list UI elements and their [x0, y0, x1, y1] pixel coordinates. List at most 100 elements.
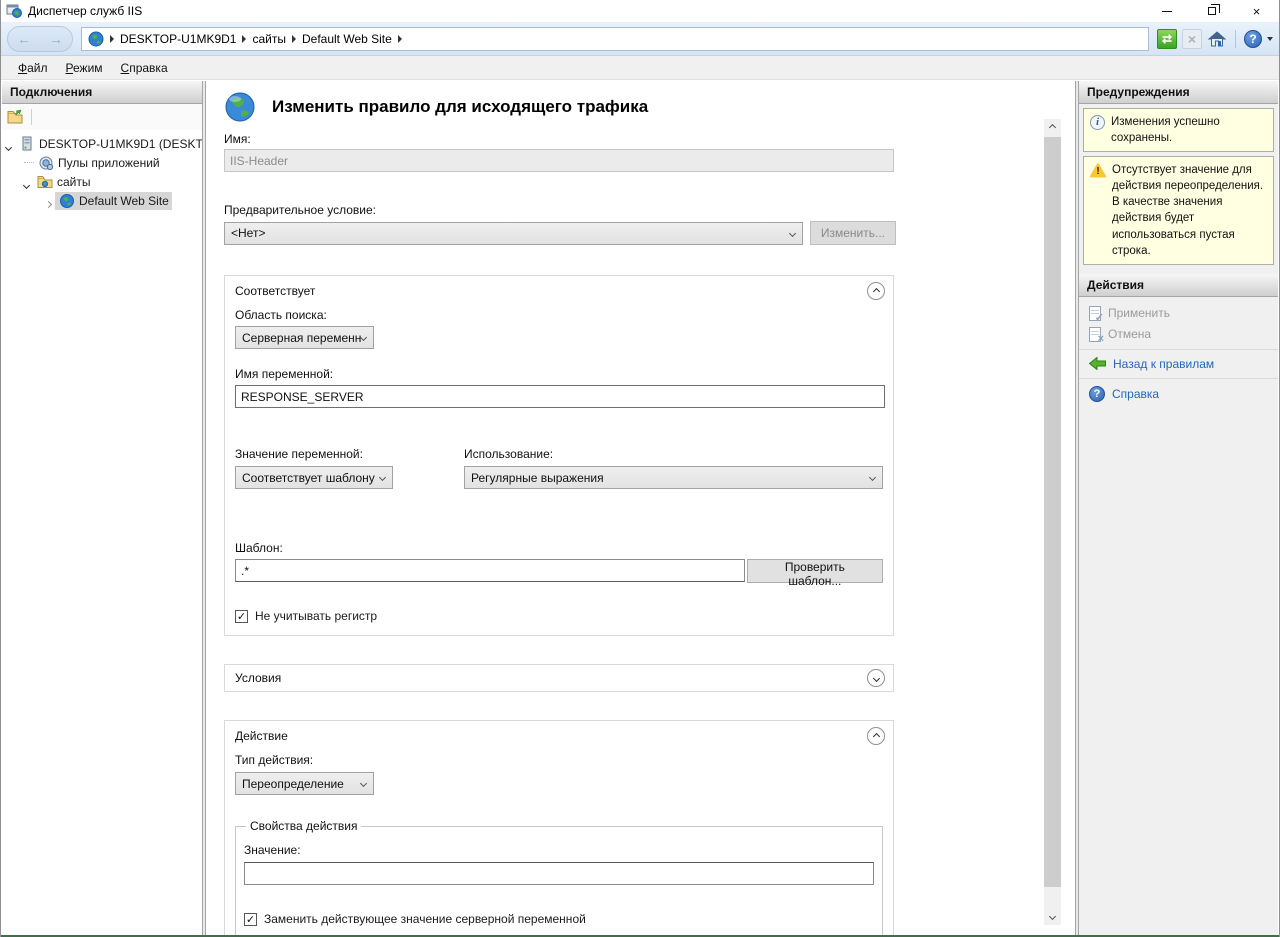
alert-info-text: Изменения успешно сохранены. — [1111, 114, 1267, 146]
replace-checkbox[interactable]: ✓ — [244, 913, 257, 926]
vertical-scrollbar[interactable] — [1044, 119, 1061, 925]
restore-button[interactable] — [1189, 0, 1234, 22]
replace-label: Заменить действующее значение серверной … — [264, 912, 586, 926]
close-icon: × — [1253, 4, 1261, 19]
cancel-icon: × — [1089, 327, 1101, 342]
menu-bar: Файл Режим Справка — [1, 56, 1279, 80]
tree-item-server[interactable]: DESKTOP-U1MK9D1 (DESKTOP — [2, 134, 202, 153]
breadcrumb-arrow-icon[interactable] — [292, 35, 296, 43]
chevron-down-icon — [360, 780, 367, 787]
action-section-body: Тип действия: Переопределение Свойства д… — [225, 753, 893, 935]
app-pools-icon — [38, 155, 54, 171]
action-type-select[interactable]: Переопределение — [235, 772, 374, 795]
chevron-down-icon — [869, 474, 876, 481]
minimize-button[interactable] — [1144, 0, 1189, 22]
scroll-up-button[interactable] — [1044, 119, 1061, 136]
apply-button[interactable]: ✓ Применить — [1079, 303, 1278, 324]
variable-value-row: Соответствует шаблону Регулярные выражен… — [235, 466, 883, 489]
back-to-rules-label: Назад к правилам — [1113, 357, 1214, 371]
toolbar-separator — [1235, 30, 1236, 48]
variable-value-row-labels: Значение переменной: Использование: — [235, 447, 883, 461]
actions-list: ✓ Применить × Отмена Назад к правилам ? — [1079, 297, 1278, 411]
stop-icon[interactable]: × — [1182, 29, 1202, 49]
variable-value-label: Значение переменной: — [235, 447, 464, 461]
alert-warning: ! Отсутствует значение для действия пере… — [1083, 156, 1274, 265]
tree-item-app-pools[interactable]: Пулы приложений — [2, 153, 202, 172]
rule-editor-panel: Изменить правило для исходящего трафика … — [205, 81, 1076, 935]
create-connection-icon[interactable] — [7, 109, 25, 125]
close-button[interactable]: × — [1234, 0, 1279, 22]
conditions-section-title: Условия — [235, 671, 281, 685]
address-bar[interactable]: DESKTOP-U1MK9D1 сайты Default Web Site — [81, 27, 1149, 51]
home-icon[interactable] — [1207, 30, 1227, 48]
help-label: Справка — [1112, 387, 1159, 401]
precondition-select[interactable]: <Нет> — [224, 222, 803, 245]
apply-label: Применить — [1108, 306, 1170, 320]
breadcrumb-server[interactable]: DESKTOP-U1MK9D1 — [120, 32, 236, 46]
action-properties-legend: Свойства действия — [246, 819, 361, 833]
variable-value-select[interactable]: Соответствует шаблону — [235, 466, 393, 489]
chevron-down-icon — [789, 229, 796, 236]
scope-select[interactable]: Серверная переменн — [235, 326, 374, 349]
restart-icon[interactable]: ⇄ — [1157, 29, 1177, 49]
edit-precondition-button[interactable]: Изменить... — [810, 221, 896, 245]
precondition-label: Предварительное условие: — [224, 203, 896, 217]
action-section-title: Действие — [235, 729, 288, 743]
match-section: Соответствует Область поиска: Серверная … — [224, 275, 894, 636]
scrollbar-thumb[interactable] — [1044, 137, 1061, 887]
help-icon: ? — [1089, 386, 1105, 402]
match-section-header: Соответствует — [225, 276, 893, 300]
precondition-row: <Нет> Изменить... — [224, 221, 896, 245]
back-to-rules-link[interactable]: Назад к правилам — [1079, 354, 1278, 374]
feature-globe-icon — [224, 91, 256, 123]
restore-icon — [1208, 7, 1216, 15]
tree-item-label: сайты — [57, 175, 91, 189]
scroll-down-button[interactable] — [1044, 908, 1061, 925]
replace-row: ✓ Заменить действующее значение серверно… — [244, 912, 874, 926]
expand-section-button[interactable] — [867, 669, 885, 687]
breadcrumb-arrow-icon[interactable] — [242, 35, 246, 43]
collapse-section-button[interactable] — [867, 282, 885, 300]
page-title: Изменить правило для исходящего трафика — [272, 97, 648, 117]
menu-help[interactable]: Справка — [112, 58, 177, 78]
help-icon[interactable]: ? — [1244, 30, 1262, 48]
back-arrow-icon — [1089, 357, 1106, 370]
breadcrumb-default-web-site[interactable]: Default Web Site — [302, 32, 392, 46]
chevron-down-icon — [360, 334, 367, 341]
cancel-button[interactable]: × Отмена — [1079, 324, 1278, 345]
name-field[interactable] — [224, 149, 894, 172]
selected-tree-item[interactable]: Default Web Site — [55, 192, 172, 210]
check-icon: ✓ — [246, 913, 255, 926]
menu-view[interactable]: Режим — [57, 58, 112, 78]
check-icon: ✓ — [237, 610, 246, 623]
variable-value-value: Соответствует шаблону — [242, 471, 380, 485]
value-field[interactable] — [244, 862, 874, 885]
using-select[interactable]: Регулярные выражения — [464, 466, 883, 489]
tree-item-label: Пулы приложений — [58, 156, 160, 170]
collapse-expander-icon[interactable] — [46, 196, 55, 205]
test-pattern-button[interactable]: Проверить шаблон... — [747, 559, 883, 583]
page-header: Изменить правило для исходящего трафика — [224, 89, 896, 125]
help-link[interactable]: ? Справка — [1079, 383, 1278, 405]
name-label: Имя: — [224, 132, 896, 146]
title-bar: Диспетчер служб IIS × — [1, 0, 1279, 22]
variable-name-field[interactable] — [235, 385, 885, 408]
tree-item-default-web-site[interactable]: Default Web Site — [2, 191, 202, 210]
menu-file[interactable]: Файл — [9, 58, 57, 78]
connections-header: Подключения — [2, 81, 202, 104]
toolbar-icons: ⇄ × ? — [1157, 29, 1273, 49]
tree-item-sites[interactable]: сайты — [2, 172, 202, 191]
collapse-section-button[interactable] — [867, 727, 885, 745]
help-dropdown-icon[interactable] — [1267, 37, 1273, 41]
breadcrumb-sites[interactable]: сайты — [252, 32, 286, 46]
globe-icon — [88, 31, 104, 47]
ignore-case-checkbox[interactable]: ✓ — [235, 610, 248, 623]
breadcrumb-arrow-icon[interactable] — [398, 35, 402, 43]
breadcrumb-arrow-icon[interactable] — [110, 35, 114, 43]
pattern-field[interactable] — [235, 559, 745, 582]
collapse-expander-icon[interactable] — [6, 139, 15, 148]
using-value: Регулярные выражения — [471, 471, 870, 485]
forward-button[interactable]: → — [49, 31, 63, 47]
back-button[interactable]: ← — [17, 31, 31, 47]
collapse-expander-icon[interactable] — [24, 177, 33, 186]
